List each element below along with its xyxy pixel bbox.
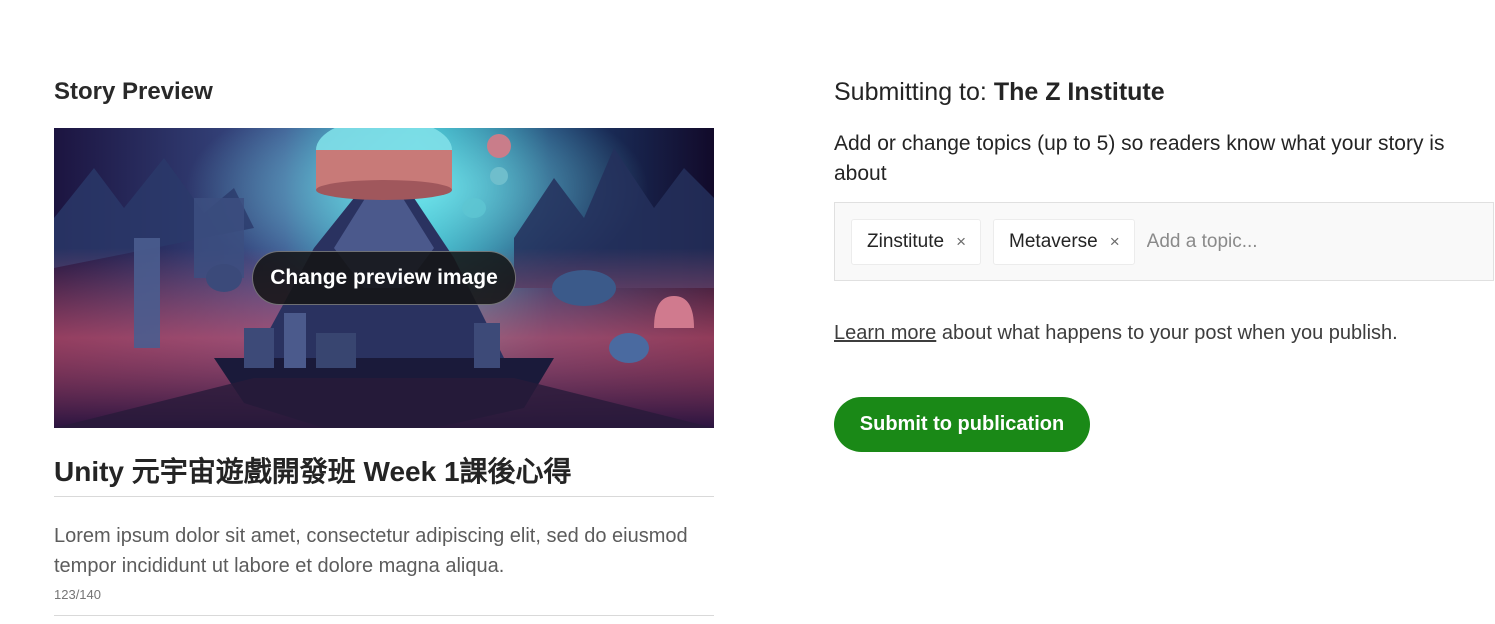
story-subtitle-field[interactable]: Lorem ipsum dolor sit amet, consectetur …: [54, 521, 714, 581]
topic-chip-label: Metaverse: [1009, 230, 1098, 252]
story-title-field[interactable]: Unity 元宇宙遊戲開發班 Week 1課後心得: [54, 452, 714, 497]
learn-more-link[interactable]: Learn more: [834, 322, 936, 344]
learn-more-description: about what happens to your post when you…: [936, 322, 1398, 344]
add-topic-input[interactable]: [1146, 230, 1447, 253]
submitting-to-prefix: Submitting to:: [834, 78, 987, 106]
preview-image[interactable]: Change preview image: [54, 128, 714, 428]
subtitle-divider: [54, 615, 714, 616]
story-preview-heading: Story Preview: [54, 78, 213, 105]
submission-page: Story Preview Change preview image Unity…: [0, 0, 1495, 624]
learn-more-text: Learn more about what happens to your po…: [834, 319, 1494, 347]
remove-topic-icon[interactable]: ×: [1110, 232, 1120, 252]
topic-chip-metaverse: Metaverse ×: [993, 218, 1135, 265]
submitting-to-heading: Submitting to: The Z Institute: [834, 76, 1494, 108]
topics-input-box[interactable]: Zinstitute × Metaverse ×: [834, 202, 1494, 281]
remove-topic-icon[interactable]: ×: [956, 232, 966, 252]
topics-help-text: Add or change topics (up to 5) so reader…: [834, 132, 1445, 185]
submission-panel: Submitting to: The Z Institute Add or ch…: [834, 76, 1494, 452]
topic-chip-zinstitute: Zinstitute ×: [851, 218, 982, 265]
story-preview-panel: Story Preview Change preview image Unity…: [54, 76, 714, 616]
topic-chip-label: Zinstitute: [867, 230, 945, 252]
subtitle-char-counter: 123/140: [54, 587, 101, 602]
change-preview-image-button[interactable]: Change preview image: [252, 251, 516, 305]
publication-name: The Z Institute: [993, 78, 1165, 106]
submit-to-publication-button[interactable]: Submit to publication: [834, 397, 1090, 452]
